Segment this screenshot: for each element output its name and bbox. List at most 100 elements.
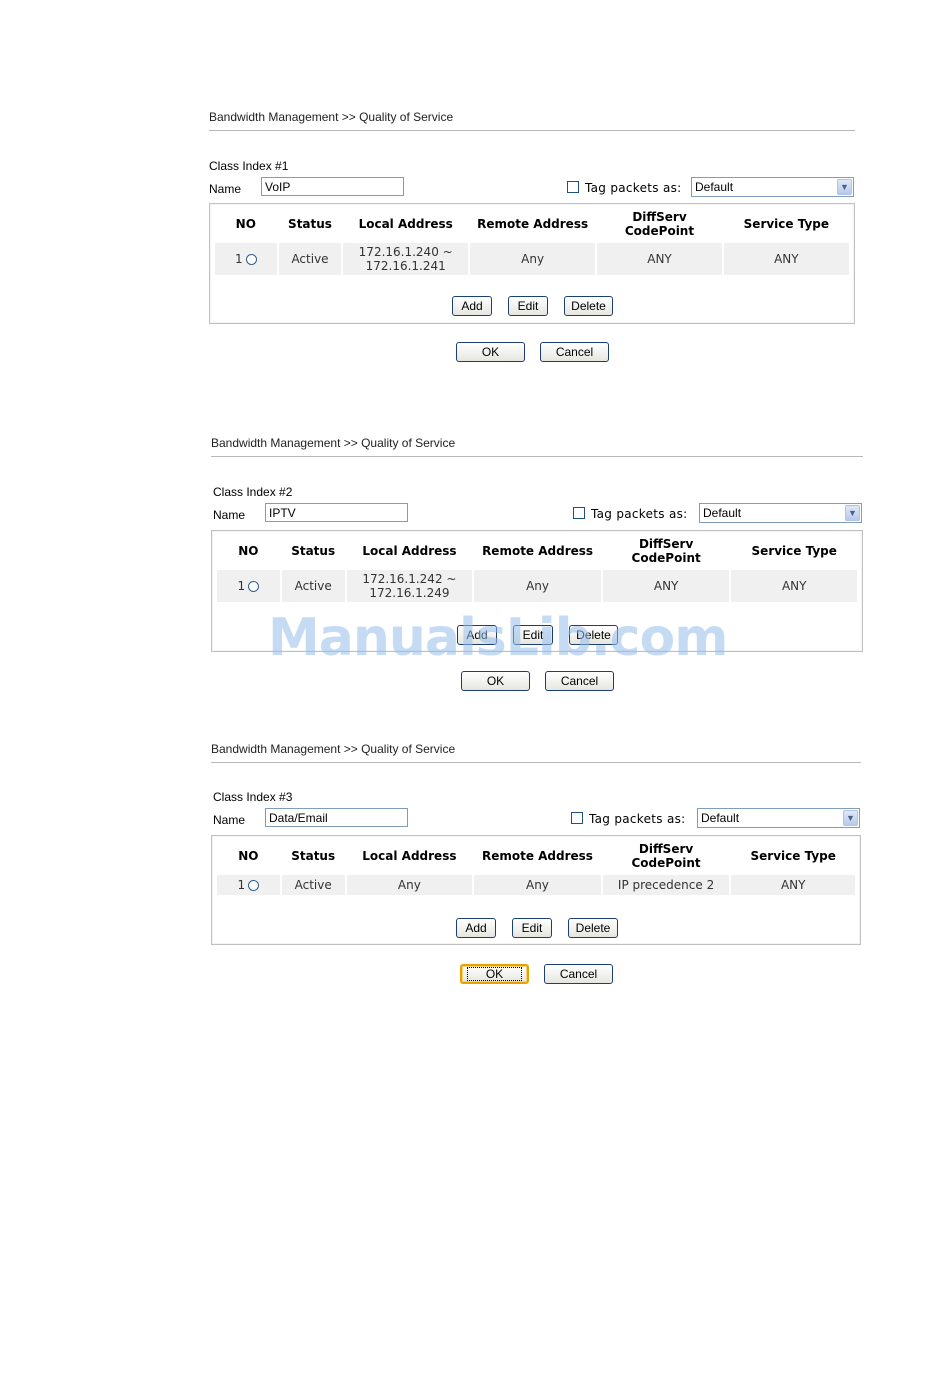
table-header-row: NO Status Local Address Remote Address D… [215,207,849,241]
name-row: Name Tag packets as: Default ▼ [213,808,861,830]
class-index-title: Class Index #3 [213,790,293,804]
add-button[interactable]: Add [456,918,496,938]
tag-packets-control: Tag packets as: Default ▼ [565,177,855,197]
name-row: Name Tag packets as: Default ▼ [213,503,863,525]
tag-packets-checkbox[interactable] [571,812,583,824]
tag-packets-select[interactable]: Default ▼ [699,503,862,523]
breadcrumb: Bandwidth Management >> Quality of Servi… [211,742,861,763]
table-header-row: NO Status Local Address Remote Address D… [217,839,855,873]
cancel-button[interactable]: Cancel [545,671,614,691]
delete-button[interactable]: Delete [568,918,618,938]
tag-packets-value: Default [695,180,734,194]
rules-table: NO Status Local Address Remote Address D… [215,837,857,897]
cell-codepoint: ANY [602,570,730,602]
class-index-title: Class Index #2 [213,485,293,499]
tag-packets-control: Tag packets as: Default ▼ [569,808,861,828]
ok-button[interactable]: OK [456,342,525,362]
table-row[interactable]: 1 Active 172.16.1.240 ~172.16.1.241 Any … [215,243,849,275]
delete-button[interactable]: Delete [569,625,618,645]
cell-remote-address: Any [474,875,601,895]
col-status: Status [291,544,336,558]
col-status: Status [288,217,332,231]
cell-status: Active [281,570,345,602]
table-row[interactable]: 1 Active 172.16.1.242 ~172.16.1.249 Any … [217,570,857,602]
cell-service-type: ANY [731,875,855,895]
cell-codepoint: ANY [597,243,722,275]
tag-packets-label: Tag packets as: [591,507,688,521]
cell-local-address: 172.16.1.240 ~172.16.1.241 [343,243,468,275]
chevron-down-icon[interactable]: ▼ [837,179,852,195]
name-input[interactable] [265,503,408,522]
rules-box-2: NO Status Local Address Remote Address D… [211,530,863,652]
col-local-address: Local Address [362,544,457,558]
col-service-type: Service Type [751,544,837,558]
col-diffserv-codepoint: DiffServ CodePoint [624,210,695,238]
col-local-address: Local Address [358,217,453,231]
col-status: Status [291,849,336,863]
cell-no: 1 [217,875,280,895]
col-local-address: Local Address [362,849,457,863]
cancel-button[interactable]: Cancel [540,342,609,362]
cell-remote-address: Any [474,570,601,602]
chevron-down-icon[interactable]: ▼ [843,810,858,826]
breadcrumb: Bandwidth Management >> Quality of Servi… [209,110,855,131]
tag-packets-select[interactable]: Default ▼ [697,808,860,828]
tag-packets-select[interactable]: Default ▼ [691,177,854,197]
tag-packets-label: Tag packets as: [585,181,682,195]
cell-service-type: ANY [731,570,857,602]
add-button[interactable]: Add [457,625,497,645]
cell-local-address: Any [346,875,473,895]
col-service-type: Service Type [750,849,836,863]
name-label: Name [213,508,246,522]
tag-packets-label: Tag packets as: [589,812,686,826]
col-no: NO [238,544,259,558]
breadcrumb: Bandwidth Management >> Quality of Servi… [211,436,863,457]
tag-packets-checkbox[interactable] [573,507,585,519]
edit-button[interactable]: Edit [512,918,552,938]
cell-remote-address: Any [469,243,596,275]
name-label: Name [213,813,246,827]
col-diffserv-codepoint: DiffServ CodePoint [631,842,701,870]
ok-button[interactable]: OK [460,964,529,984]
col-remote-address: Remote Address [477,217,589,231]
add-button[interactable]: Add [452,296,492,316]
radio-button-icon[interactable] [248,581,260,592]
col-no: NO [238,849,259,863]
table-row[interactable]: 1 Active Any Any IP precedence 2 ANY [217,875,855,895]
cell-status: Active [281,875,345,895]
cell-local-address: 172.16.1.242 ~172.16.1.249 [346,570,473,602]
name-input[interactable] [261,177,404,196]
qos-panel-2: Bandwidth Management >> Quality of Servi… [211,436,863,525]
radio-button-icon[interactable] [245,254,257,265]
rules-box-1: NO Status Local Address Remote Address D… [209,203,855,324]
name-label: Name [209,182,242,196]
name-row: Name Tag packets as: Default ▼ [209,177,855,199]
cell-service-type: ANY [723,243,849,275]
name-input[interactable] [265,808,408,827]
class-index-title: Class Index #1 [209,159,289,173]
col-diffserv-codepoint: DiffServ CodePoint [631,537,701,565]
delete-button[interactable]: Delete [564,296,613,316]
cell-no: 1 [217,570,280,602]
col-service-type: Service Type [743,217,830,231]
qos-panel-1: Bandwidth Management >> Quality of Servi… [209,110,855,199]
ok-button-label: OK [466,966,523,981]
edit-button[interactable]: Edit [513,625,553,645]
tag-packets-value: Default [701,811,740,825]
cell-codepoint: IP precedence 2 [602,875,730,895]
tag-packets-checkbox[interactable] [567,181,579,193]
edit-button[interactable]: Edit [508,296,548,316]
tag-packets-control: Tag packets as: Default ▼ [571,503,863,523]
cancel-button[interactable]: Cancel [544,964,613,984]
col-remote-address: Remote Address [481,849,593,863]
col-no: NO [235,217,256,231]
qos-panel-3: Bandwidth Management >> Quality of Servi… [211,742,861,830]
rules-table: NO Status Local Address Remote Address D… [213,205,851,277]
ok-button[interactable]: OK [461,671,530,691]
cell-status: Active [278,243,342,275]
chevron-down-icon[interactable]: ▼ [845,505,860,521]
rules-box-3: NO Status Local Address Remote Address D… [211,835,861,945]
radio-button-icon[interactable] [248,880,260,891]
rules-table: NO Status Local Address Remote Address D… [215,532,859,604]
col-remote-address: Remote Address [482,544,594,558]
